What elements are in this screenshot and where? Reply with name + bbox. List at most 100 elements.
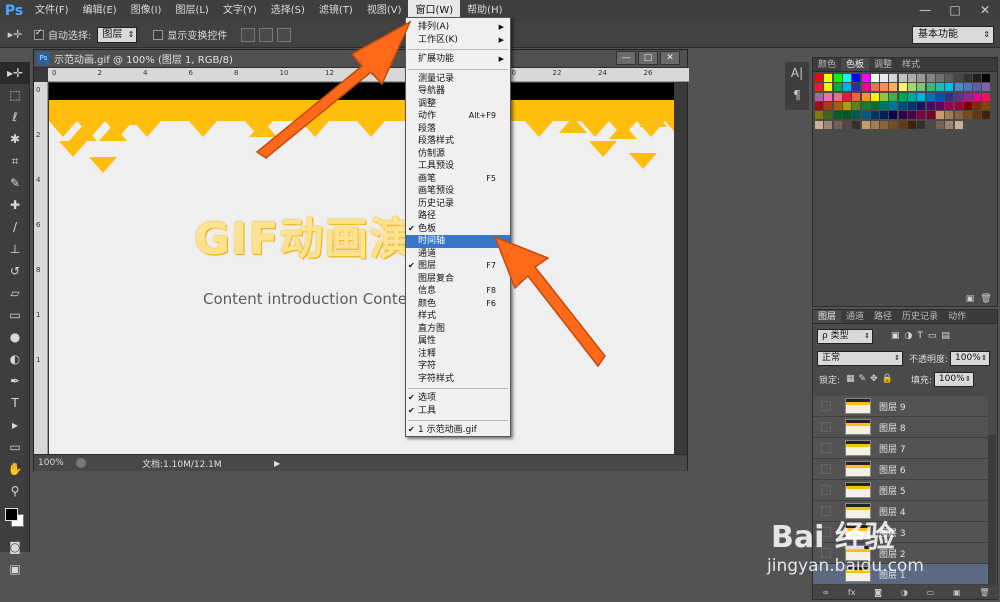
color-swatch[interactable] bbox=[963, 74, 972, 82]
window-menu-item[interactable]: 1 示范动画.gif ✔ bbox=[406, 424, 510, 437]
hand-tool-icon[interactable]: ✋ bbox=[0, 458, 30, 480]
color-swatch[interactable] bbox=[880, 83, 889, 92]
color-swatch[interactable] bbox=[842, 74, 851, 82]
menu-item[interactable]: 文件(F) bbox=[28, 0, 76, 22]
color-swatch[interactable] bbox=[973, 101, 982, 110]
color-swatch[interactable] bbox=[908, 120, 916, 129]
color-swatch[interactable] bbox=[889, 101, 898, 110]
healing-tool-icon[interactable]: ✚ bbox=[0, 194, 30, 216]
color-swatch[interactable] bbox=[842, 92, 851, 101]
window-menu-item[interactable]: 工具 ✔ bbox=[406, 405, 510, 418]
menu-item[interactable]: 视图(V) bbox=[360, 0, 409, 22]
maximize-button[interactable]: □ bbox=[940, 0, 970, 22]
color-swatch[interactable] bbox=[824, 83, 833, 92]
dodge-tool-icon[interactable]: ◐ bbox=[0, 348, 30, 370]
window-menu-item[interactable]: 历史记录 bbox=[406, 198, 510, 211]
color-swatch[interactable] bbox=[926, 74, 935, 82]
eraser-tool-icon[interactable]: ▱ bbox=[0, 282, 30, 304]
color-swatch[interactable] bbox=[945, 120, 954, 129]
color-swatch[interactable] bbox=[889, 83, 898, 92]
color-swatch[interactable] bbox=[945, 92, 954, 101]
color-swatch[interactable] bbox=[963, 111, 972, 120]
link-layers-icon[interactable]: ∞ bbox=[822, 588, 829, 597]
status-menu-arrow-icon[interactable]: ▶ bbox=[274, 459, 280, 468]
quick-mask-icon[interactable]: ◙ bbox=[0, 536, 30, 558]
visibility-toggle-icon[interactable] bbox=[821, 527, 831, 537]
window-menu-item[interactable]: 仿制源 bbox=[406, 148, 510, 161]
color-swatch[interactable] bbox=[852, 74, 861, 82]
color-swatch[interactable] bbox=[973, 83, 982, 92]
color-swatch[interactable] bbox=[880, 74, 889, 82]
layer-filter-icons[interactable]: ▣◑T▭▤ bbox=[891, 331, 955, 341]
new-layer-icon[interactable]: ▣ bbox=[953, 588, 961, 597]
window-menu-item[interactable]: 段落样式 bbox=[406, 135, 510, 148]
color-swatch[interactable] bbox=[917, 120, 926, 129]
window-menu-item[interactable]: 样式 bbox=[406, 310, 510, 323]
color-swatch[interactable] bbox=[833, 120, 842, 129]
panel-tab[interactable]: 图层 bbox=[813, 310, 842, 323]
color-swatch[interactable] bbox=[898, 111, 907, 120]
layer-row[interactable]: 图层 5 bbox=[813, 480, 988, 501]
window-menu-item[interactable]: 测量记录 bbox=[406, 73, 510, 86]
doc-close-button[interactable]: ✕ bbox=[660, 51, 680, 65]
crop-tool-icon[interactable]: ⌗ bbox=[0, 150, 30, 172]
color-swatch[interactable] bbox=[963, 92, 972, 101]
color-swatch[interactable] bbox=[852, 120, 861, 129]
color-swatch[interactable] bbox=[908, 101, 916, 110]
color-swatch[interactable] bbox=[935, 74, 944, 82]
paragraph-panel-icon[interactable]: ¶ bbox=[785, 84, 809, 106]
color-swatch[interactable] bbox=[973, 111, 982, 120]
delete-layer-icon[interactable]: 🗑 bbox=[979, 588, 989, 597]
status-info-icon[interactable] bbox=[76, 458, 86, 468]
window-menu-item[interactable]: 信息 F8 bbox=[406, 285, 510, 298]
color-swatch[interactable] bbox=[833, 74, 842, 82]
color-swatch[interactable] bbox=[861, 74, 870, 82]
color-swatch[interactable] bbox=[973, 74, 982, 82]
menu-item[interactable]: 编辑(E) bbox=[76, 0, 124, 22]
color-swatch[interactable] bbox=[917, 92, 926, 101]
color-swatch[interactable] bbox=[935, 101, 944, 110]
color-swatch[interactable] bbox=[926, 83, 935, 92]
panel-tab[interactable]: 通道 bbox=[841, 310, 869, 323]
visibility-toggle-icon[interactable] bbox=[821, 506, 831, 516]
show-transform-checkbox[interactable] bbox=[153, 29, 164, 40]
color-swatch[interactable] bbox=[870, 74, 879, 82]
color-swatch[interactable] bbox=[815, 120, 823, 129]
minimize-button[interactable]: — bbox=[910, 0, 940, 22]
blur-tool-icon[interactable]: ● bbox=[0, 326, 30, 348]
window-menu-item[interactable]: 色板 ✔ bbox=[406, 223, 510, 236]
panel-tab[interactable]: 样式 bbox=[897, 58, 925, 71]
align-bottom-icon[interactable] bbox=[277, 27, 292, 42]
visibility-toggle-icon[interactable] bbox=[821, 443, 831, 453]
color-swatch[interactable] bbox=[954, 101, 963, 110]
window-menu-item[interactable]: 时间轴 bbox=[406, 235, 510, 248]
window-menu-item[interactable]: 排列(A) ▶ bbox=[406, 21, 510, 34]
foreground-color-swatch[interactable] bbox=[5, 508, 18, 521]
adjustment-layer-icon[interactable]: ◑ bbox=[901, 588, 908, 597]
window-menu-item[interactable]: 动作 Alt+F9 bbox=[406, 110, 510, 123]
color-swatch[interactable] bbox=[861, 120, 870, 129]
fill-input[interactable]: 100% bbox=[933, 371, 974, 387]
window-menu-item[interactable]: 工具预设 bbox=[406, 160, 510, 173]
menu-item[interactable]: 图像(I) bbox=[124, 0, 169, 22]
color-swatch[interactable] bbox=[954, 74, 963, 82]
color-swatch[interactable] bbox=[917, 74, 926, 82]
color-swatch[interactable] bbox=[898, 92, 907, 101]
character-panel-icon[interactable]: A| bbox=[785, 62, 809, 84]
marquee-tool-icon[interactable]: ⬚ bbox=[0, 84, 30, 106]
color-swatch[interactable] bbox=[908, 92, 916, 101]
color-swatch[interactable] bbox=[824, 111, 833, 120]
color-swatch[interactable] bbox=[815, 92, 823, 101]
screen-mode-icon[interactable]: ▣ bbox=[0, 558, 30, 580]
layer-row[interactable]: 图层 4 bbox=[813, 501, 988, 522]
panel-tab[interactable]: 历史记录 bbox=[897, 310, 943, 323]
blend-mode-dropdown[interactable]: 正常 bbox=[817, 350, 903, 366]
color-swatch[interactable] bbox=[833, 83, 842, 92]
color-swatch[interactable] bbox=[889, 92, 898, 101]
panel-tab[interactable]: 颜色 bbox=[813, 58, 841, 71]
stamp-tool-icon[interactable]: ⊥ bbox=[0, 238, 30, 260]
visibility-toggle-icon[interactable] bbox=[821, 485, 831, 495]
layers-scrollbar[interactable] bbox=[988, 435, 996, 585]
menu-item[interactable]: 选择(S) bbox=[264, 0, 312, 22]
color-swatch[interactable] bbox=[926, 120, 935, 129]
